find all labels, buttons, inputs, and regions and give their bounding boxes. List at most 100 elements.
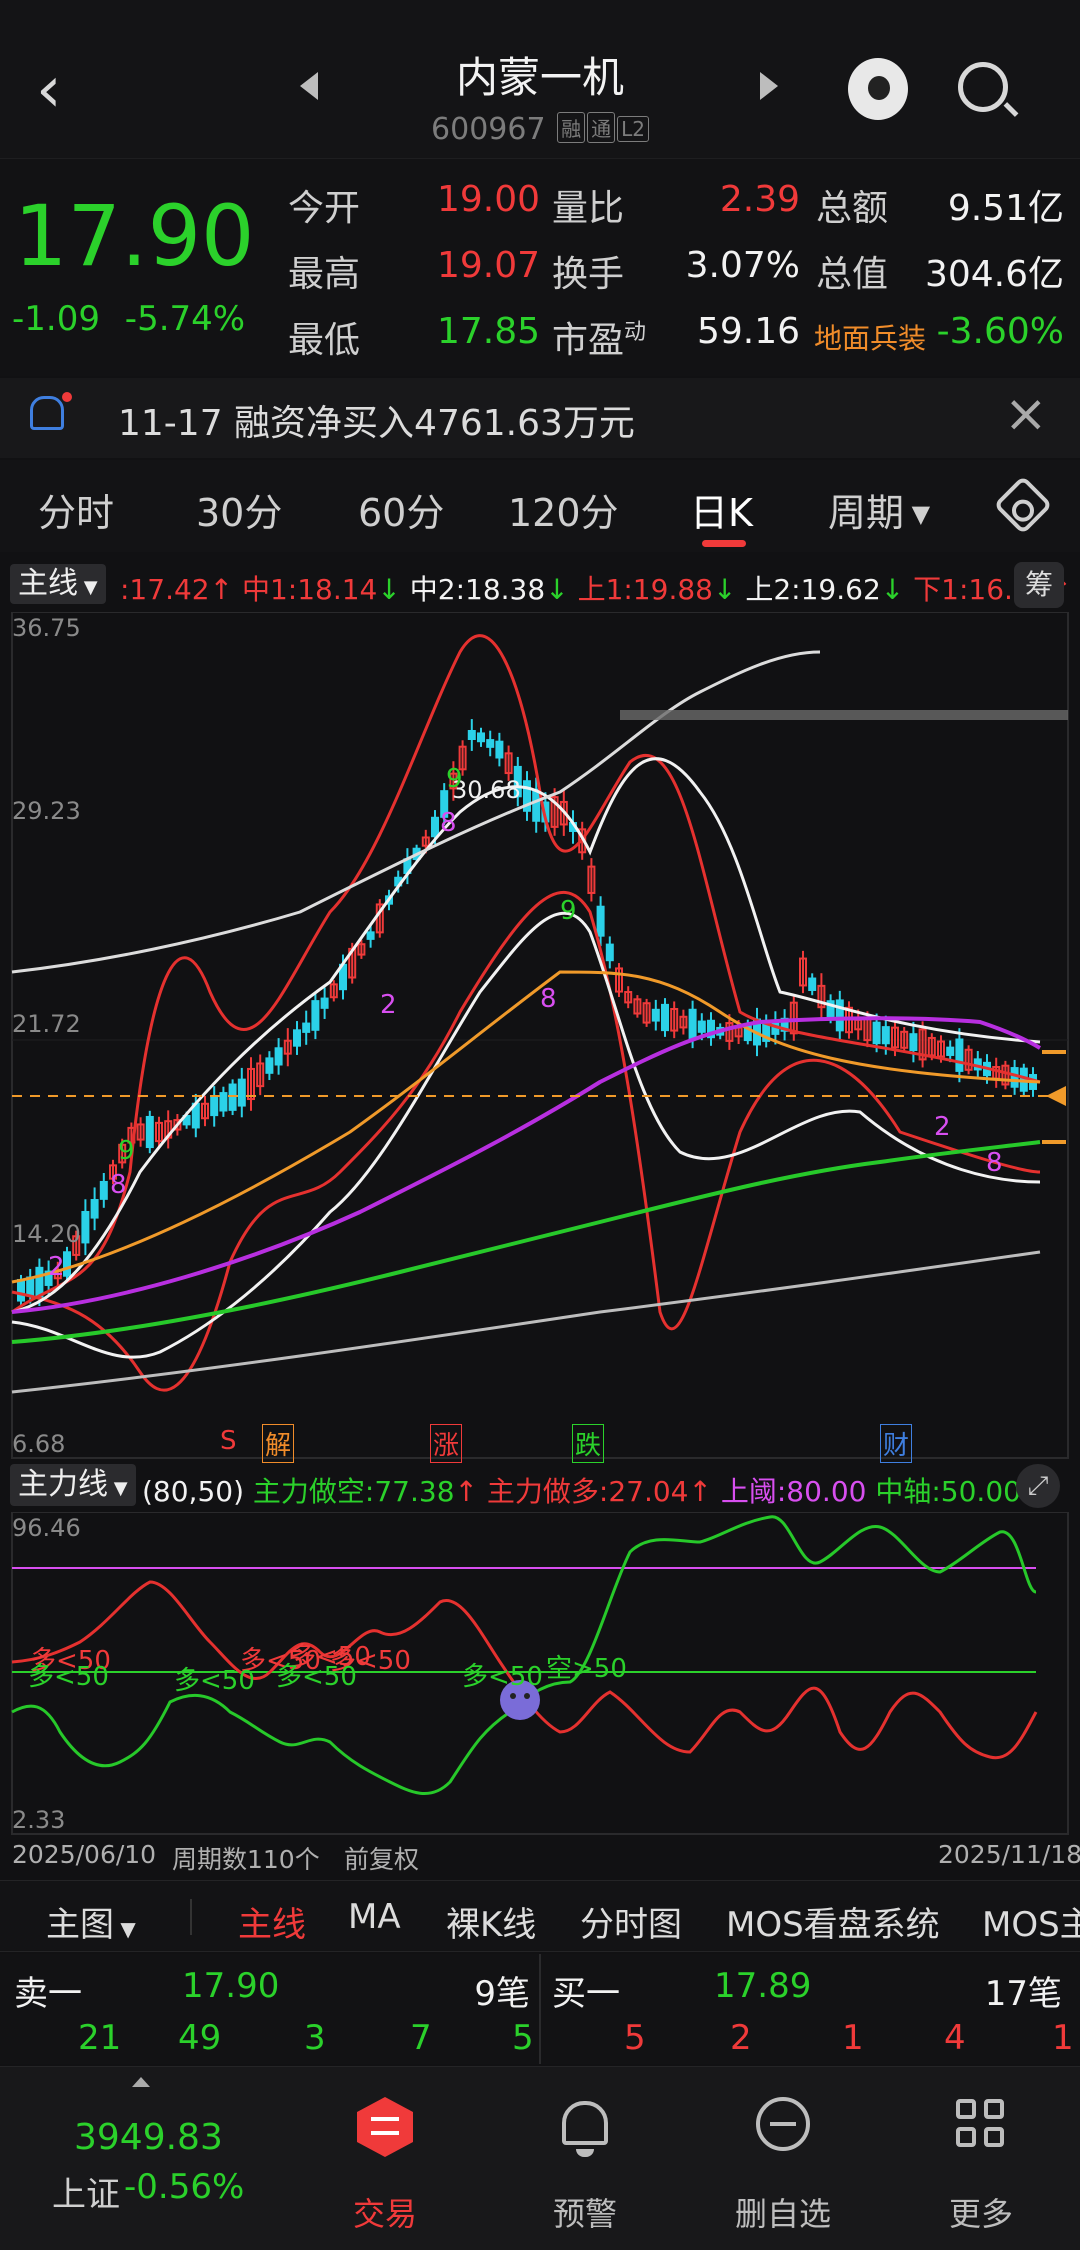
candle-body <box>237 1078 246 1107</box>
upper-band-line <box>11 634 1041 1314</box>
candle-body <box>1010 1067 1019 1088</box>
candle-body <box>955 1038 964 1072</box>
sell-qty: 7 <box>410 2018 432 2058</box>
tab-120min[interactable]: 120分 <box>508 482 619 537</box>
order-book-divider <box>539 1954 541 2064</box>
index-name: 上证 <box>52 2175 120 2215</box>
sub-signal-label: 多<50 <box>28 1662 109 1692</box>
buy-qty: 5 <box>624 2018 646 2058</box>
toolbar-item-naked-k[interactable]: 裸K线 <box>446 1897 536 1946</box>
nav-remove-watchlist[interactable]: 删自选 <box>698 2067 868 2250</box>
buy-qty: 2 <box>730 2018 752 2058</box>
current-price-marker-icon <box>1046 1086 1066 1106</box>
kline-chart[interactable] <box>0 612 1080 1460</box>
high-value: 19.07 <box>436 245 540 286</box>
close-icon[interactable]: × <box>1004 384 1048 444</box>
candle-body <box>467 729 476 741</box>
candle-body <box>872 1021 881 1045</box>
period-count: 周期数110个 <box>172 1845 320 1874</box>
y-tick-3: 14.20 <box>12 1220 81 1248</box>
candle-body <box>265 1057 274 1074</box>
nav-alert-label: 预警 <box>552 2195 617 2233</box>
chip-distribution-button[interactable]: 筹 <box>1014 562 1064 608</box>
event-marker-unlock[interactable]: 解 <box>262 1424 295 1463</box>
candle-body <box>946 1046 955 1056</box>
buy-qty: 4 <box>944 2018 966 2058</box>
bell-icon <box>562 2101 608 2145</box>
candle-body <box>17 1278 25 1302</box>
notice-text: 11-17 融资净买入4761.63万元 <box>118 403 635 444</box>
candle-body <box>210 1096 219 1117</box>
indicator-values: :17.42↑ 中1:18.14↓ 中2:18.38↓ 上1:19.88↓ 上2… <box>120 573 1072 606</box>
candle-body <box>145 1115 154 1149</box>
buy1-label: 买一 <box>552 1974 620 2014</box>
bell-icon <box>30 396 64 430</box>
turnover-amount-label: 总额 <box>816 188 889 229</box>
period-tabs: 分时 30分 60分 120分 日K 周期 ▼ <box>0 460 1080 552</box>
notice-banner[interactable]: 11-17 融资净买入4761.63万元 × <box>0 378 1080 458</box>
nav-more[interactable]: 更多 <box>896 2067 1066 2250</box>
toolbar-item-mos-main[interactable]: MOS主 <box>982 1897 1080 1946</box>
high-label: 最高 <box>288 254 361 295</box>
turnover-rate-label: 换手 <box>552 254 625 295</box>
mascot-icon[interactable] <box>848 58 908 120</box>
event-marker-financial[interactable]: 财 <box>880 1424 913 1463</box>
candle-body <box>63 1251 71 1277</box>
bottom-nav: 3949.83 上证 -0.56% 交易 预警 删自选 更多 <box>0 2066 1080 2250</box>
candle-body <box>495 740 504 759</box>
stock-code: 600967 <box>431 112 546 147</box>
sell1-price: 17.90 <box>182 1966 280 2006</box>
order-book: 卖一 17.90 9笔 买一 17.89 17笔 21 49 3 7 5 5 2… <box>0 1954 1080 2064</box>
adjust-mode[interactable]: 前复权 <box>344 1840 419 1876</box>
toolbar-item-intraday-chart[interactable]: 分时图 <box>580 1897 682 1946</box>
toolbar-item-main-line[interactable]: 主线 <box>238 1897 306 1946</box>
sector-change[interactable]: -3.60% <box>900 311 1064 352</box>
tab-period[interactable]: 周期 ▼ <box>828 482 930 537</box>
pe-label: 市盈动 <box>552 320 647 361</box>
sub-indicator-selector[interactable]: 主力线 ▼ <box>10 1464 136 1506</box>
sub-value-1: 主力做多:27.04 <box>486 1475 689 1508</box>
y-tick-0: 36.75 <box>12 614 81 642</box>
tab-60min[interactable]: 60分 <box>358 482 444 537</box>
event-marker-s[interactable]: S <box>220 1426 237 1456</box>
toolbar-item-mos-system[interactable]: MOS看盘系统 <box>726 1897 940 1946</box>
candle-body <box>477 732 485 743</box>
event-marker-limit-up[interactable]: 涨 <box>430 1424 463 1463</box>
lower-band-line <box>11 890 1041 1392</box>
stock-name: 内蒙一机 <box>455 53 624 102</box>
index-ticker[interactable]: 3949.83 上证 -0.56% <box>0 2067 290 2250</box>
main-indicator-selector[interactable]: 主线 ▼ <box>10 564 106 604</box>
candle-body <box>35 1266 44 1298</box>
seq-label: 8 <box>986 1148 1003 1178</box>
candle-body <box>605 943 614 962</box>
main-chart-selector[interactable]: 主图 ▼ <box>46 1897 136 1946</box>
candle-body <box>81 1210 90 1244</box>
tab-intraday[interactable]: 分时 <box>38 482 114 537</box>
next-stock-arrow-icon[interactable] <box>760 72 778 100</box>
candle-body <box>311 1000 320 1031</box>
seq-label: 9 <box>118 1136 135 1166</box>
main-indicator-bar: 主线 ▼ :17.42↑ 中1:18.14↓ 中2:18.38↓ 上1:19.8… <box>0 560 1080 610</box>
sell-qty: 5 <box>512 2018 534 2058</box>
nav-trade-label: 交易 <box>352 2195 417 2233</box>
event-marker-limit-down[interactable]: 跌 <box>572 1424 605 1463</box>
resistance-zone <box>620 710 1068 720</box>
expand-icon[interactable]: ⤢ <box>1016 1464 1060 1508</box>
stock-code-row: 600967 融通 L2 <box>0 112 1080 147</box>
candle-body <box>431 816 439 838</box>
sub-signal-label: 多<50 <box>276 1662 357 1692</box>
search-icon[interactable] <box>958 62 1008 112</box>
header-bar: ‹ 内蒙一机 600967 融通 L2 <box>0 0 1080 158</box>
tab-daily-k[interactable]: 日K <box>690 482 753 537</box>
sell-qty: 21 <box>78 2018 122 2058</box>
candle-body <box>228 1083 237 1111</box>
nav-trade[interactable]: 交易 <box>300 2067 470 2250</box>
toolbar-item-ma[interactable]: MA <box>348 1897 401 1937</box>
quote-panel: 17.90 -1.09 -5.74% 今开 19.00 量比 2.39 总额 9… <box>0 158 1080 376</box>
sub-signal-label: 多<50 <box>174 1666 255 1696</box>
tab-30min[interactable]: 30分 <box>196 482 282 537</box>
change-percent: -5.74% <box>124 299 246 339</box>
sell1-label: 卖一 <box>14 1974 82 2014</box>
open-value: 19.00 <box>436 179 540 220</box>
nav-alert[interactable]: 预警 <box>500 2067 670 2250</box>
